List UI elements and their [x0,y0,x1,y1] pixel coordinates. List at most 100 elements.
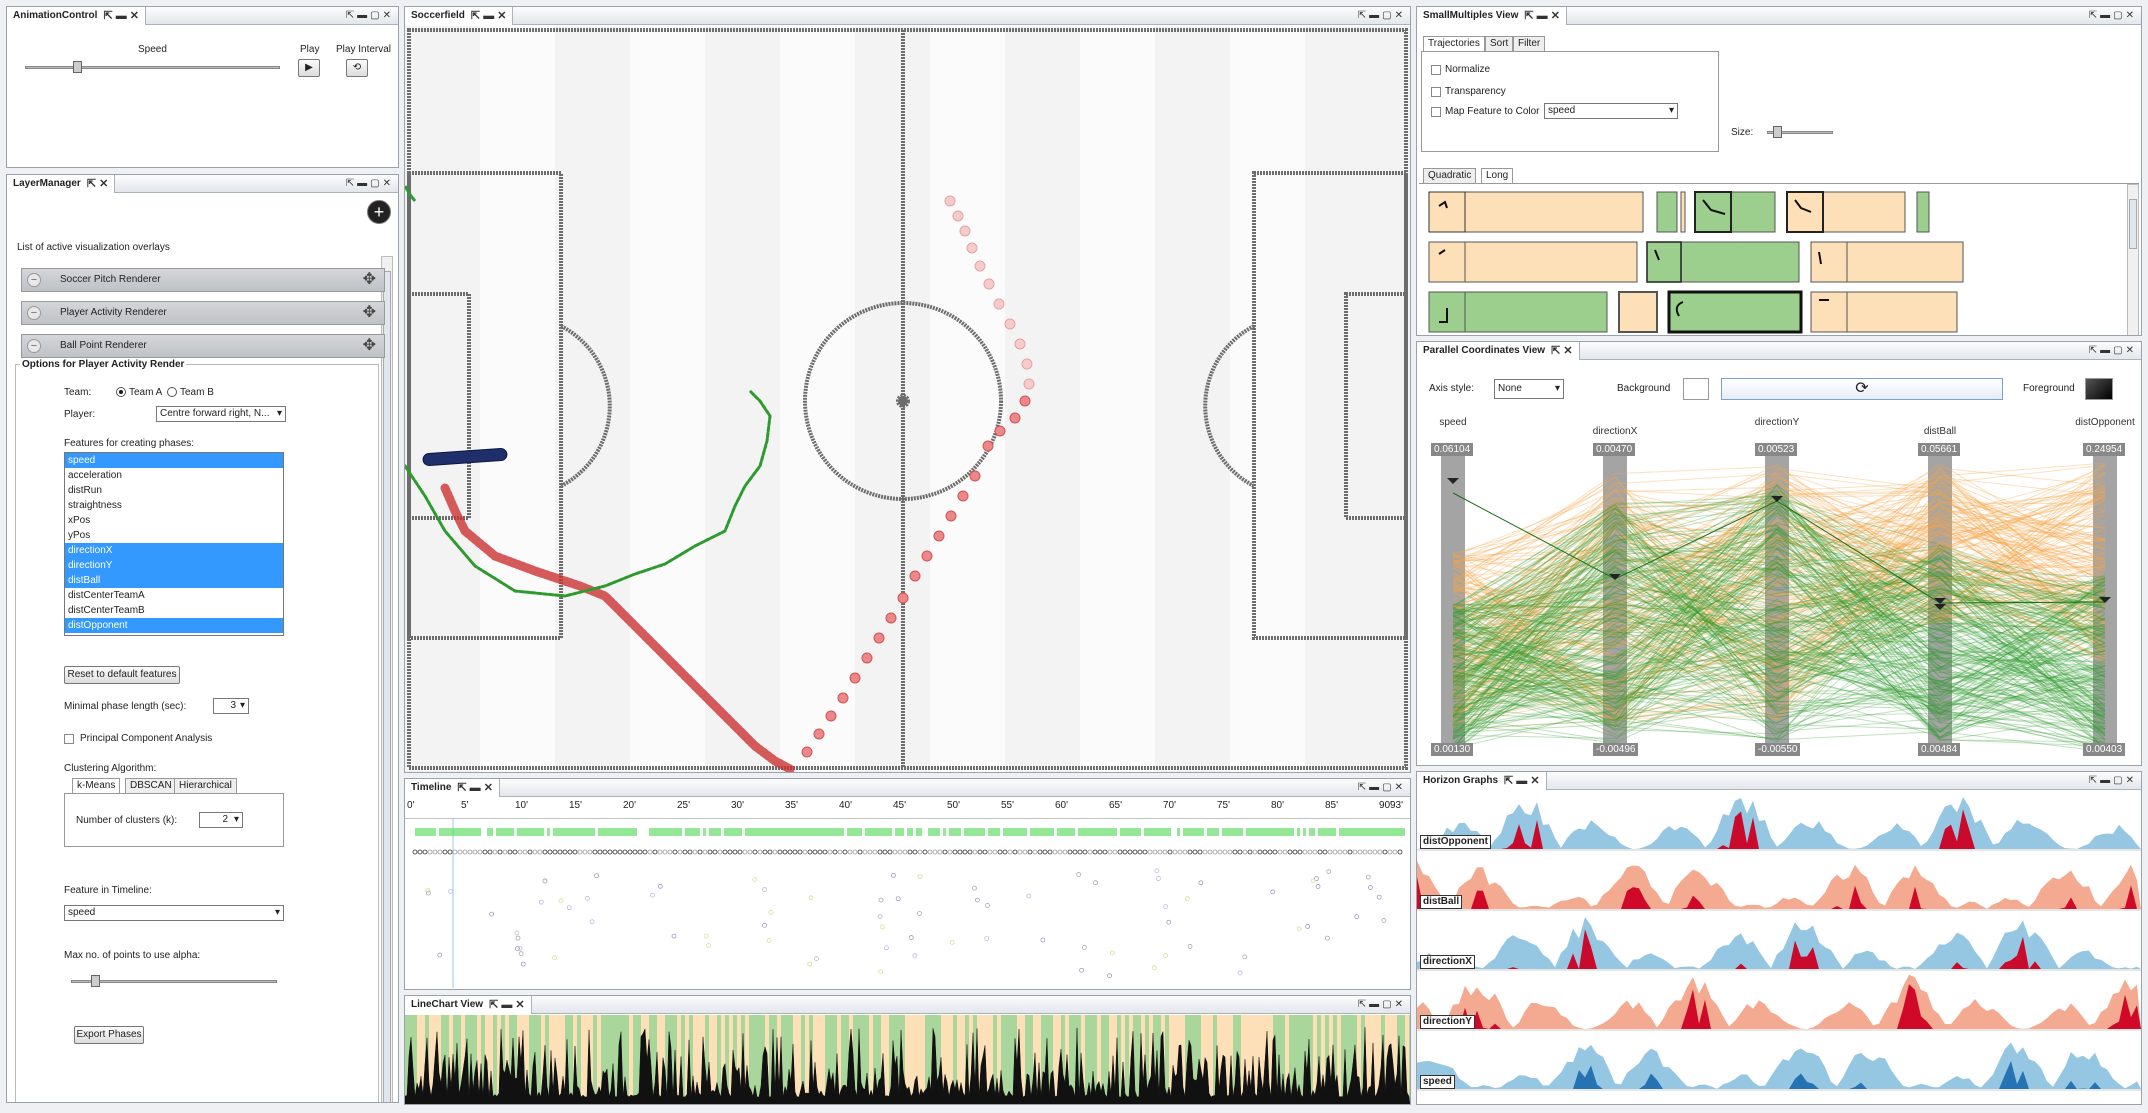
multiples-scrollbar[interactable] [2127,184,2139,335]
tab-sort[interactable]: Sort [1485,36,1514,51]
tab-dbscan[interactable]: DBSCAN [125,778,177,793]
tab-kmeans[interactable]: k-Means [72,778,121,793]
scrollbar[interactable] [381,256,393,1102]
tab-long[interactable]: Long [1481,168,1514,183]
soccer-pitch[interactable] [405,26,1410,772]
window-controls[interactable]: ⇱ ▬ ✕ [1504,772,1540,790]
window-controls-right[interactable]: ⇱▬▢✕ [1358,997,1406,1013]
feature-item[interactable]: distOpponent [65,618,283,633]
feature-item[interactable]: distCenterTeamA [65,588,283,603]
map-feature-select[interactable]: speed [1544,103,1678,119]
remove-layer-icon[interactable]: − [27,273,41,287]
foreground-label: Foreground [2023,383,2075,394]
timeline-tick: 93' [1390,800,1404,811]
window-tab[interactable]: Horizon Graphs ⇱ ▬ ✕ [1417,772,1547,790]
tab-trajectories[interactable]: Trajectories [1423,36,1485,51]
num-clusters-spinner[interactable]: 2 [199,812,243,828]
reset-features-button[interactable]: Reset to default features [64,666,180,684]
window-tab[interactable]: AnimationControl ⇱ ▬ ✕ [7,7,146,25]
window-title: Parallel Coordinates View [1423,345,1546,356]
window-tab[interactable]: LayerManager ⇱ ✕ [7,175,116,193]
window-tab[interactable]: LineChart View ⇱ ▬ ✕ [405,996,532,1014]
axis-style-select[interactable]: None [1494,379,1564,399]
layer-item[interactable]: − Soccer Pitch Renderer ✥ [21,268,385,292]
max-points-slider[interactable] [71,980,277,983]
move-icon[interactable]: ✥ [363,336,376,356]
player-select[interactable]: Centre forward right, N... [156,406,286,422]
window-controls[interactable]: ⇱ ▬ ✕ [457,779,493,797]
refresh-progress[interactable]: ⟳ [1721,378,2003,400]
feature-item[interactable]: straightness [65,498,283,513]
window-controls[interactable]: ⇱ ▬ ✕ [1524,7,1560,25]
feature-item[interactable]: distRun [65,483,283,498]
window-tab[interactable]: Parallel Coordinates View ⇱ ✕ [1417,342,1580,360]
features-list[interactable]: speed acceleration distRun straightness xPos… [64,452,284,636]
normalize-checkbox[interactable] [1431,65,1441,75]
size-slider-thumb[interactable] [1773,126,1782,138]
max-points-slider-thumb[interactable] [91,975,100,987]
axis-min-value: 0.00403 [2083,743,2126,756]
add-layer-button[interactable]: + [367,200,391,224]
parallel-coordinates-plot[interactable] [1417,403,2141,763]
layer-label: Player Activity Renderer [60,307,167,318]
timeline-tick: 70' [1163,800,1177,811]
trajectory-multiples[interactable] [1419,184,2124,334]
remove-layer-icon[interactable]: − [27,339,41,353]
feature-item[interactable]: directionX [65,543,283,558]
export-phases-button[interactable]: Export Phases [74,1026,144,1044]
feature-item[interactable]: xPos [65,513,283,528]
layer-item[interactable]: − Player Activity Renderer ✥ [21,301,385,325]
feature-item[interactable]: directionY [65,558,283,573]
tab-filter[interactable]: Filter [1513,36,1546,51]
window-controls-right[interactable]: ⇱▬▢✕ [1358,780,1406,796]
horizon-graphs[interactable] [1417,791,2141,1104]
feature-item[interactable]: yPos [65,528,283,543]
background-color-swatch[interactable] [1683,378,1709,400]
window-controls[interactable]: ⇱ ✕ [1551,342,1573,360]
window-controls-right[interactable]: ⇱▬▢✕ [2089,773,2137,789]
timeline-tick: 0' [407,800,415,811]
timeline-feature-select[interactable]: speed [64,905,284,921]
feature-item[interactable]: speed [65,453,283,468]
window-controls[interactable]: ⇱ ▬ ✕ [103,7,139,25]
tab-quadratic[interactable]: Quadratic [1423,168,1477,183]
move-icon[interactable]: ✥ [363,270,376,290]
timeline-canvas[interactable] [405,818,1410,988]
team-a-radio[interactable] [116,387,126,397]
timeline-tick: 40' [839,800,853,811]
window-controls-right[interactable]: ⇱▬▢✕ [2089,343,2137,359]
remove-layer-icon[interactable]: − [27,306,41,320]
window-tab[interactable]: Timeline ⇱ ▬ ✕ [405,779,500,797]
transparency-checkbox[interactable] [1431,87,1441,97]
play-interval-button[interactable]: ⟲ [346,59,368,77]
linechart-panel: LineChart View ⇱ ▬ ✕ ⇱▬▢✕ [404,995,1411,1105]
speed-slider-thumb[interactable] [73,61,82,73]
window-tab[interactable]: SmallMultiples View ⇱ ▬ ✕ [1417,7,1567,25]
tab-hierarchical[interactable]: Hierarchical [174,778,237,793]
window-controls-right[interactable]: ⇱▬▢✕ [346,8,394,24]
linechart-canvas[interactable] [405,1015,1410,1104]
min-phase-spinner[interactable]: 3 [213,698,249,714]
window-controls-right[interactable]: ⇱▬▢✕ [1358,8,1406,24]
move-icon[interactable]: ✥ [363,303,376,323]
window-controls[interactable]: ⇱ ▬ ✕ [489,996,525,1014]
timeline-tick: 75' [1217,800,1231,811]
foreground-color-swatch[interactable] [2085,378,2113,400]
map-feature-checkbox[interactable] [1431,107,1441,117]
team-b-radio[interactable] [167,387,177,397]
feature-item[interactable]: distCenterTeamB [65,603,283,618]
window-controls-right[interactable]: ⇱▬▢✕ [346,176,394,192]
feature-item[interactable]: distBall [65,573,283,588]
speed-slider[interactable] [25,66,280,69]
team-label: Team: [64,387,92,398]
pca-checkbox[interactable] [64,734,74,744]
horizon-graphs-panel: Horizon Graphs ⇱ ▬ ✕ ⇱▬▢✕ distOpponent dis… [1416,771,2142,1105]
layer-item[interactable]: − Ball Point Renderer ✥ [21,334,385,358]
play-button[interactable]: ▶ [298,59,320,77]
window-controls[interactable]: ⇱ ▬ ✕ [471,7,507,25]
window-controls[interactable]: ⇱ ✕ [87,175,109,193]
timeline-tick: 20' [623,800,637,811]
window-tab[interactable]: Soccerfield ⇱ ▬ ✕ [405,7,514,25]
window-controls-right[interactable]: ⇱▬▢✕ [2089,8,2137,24]
feature-item[interactable]: acceleration [65,468,283,483]
